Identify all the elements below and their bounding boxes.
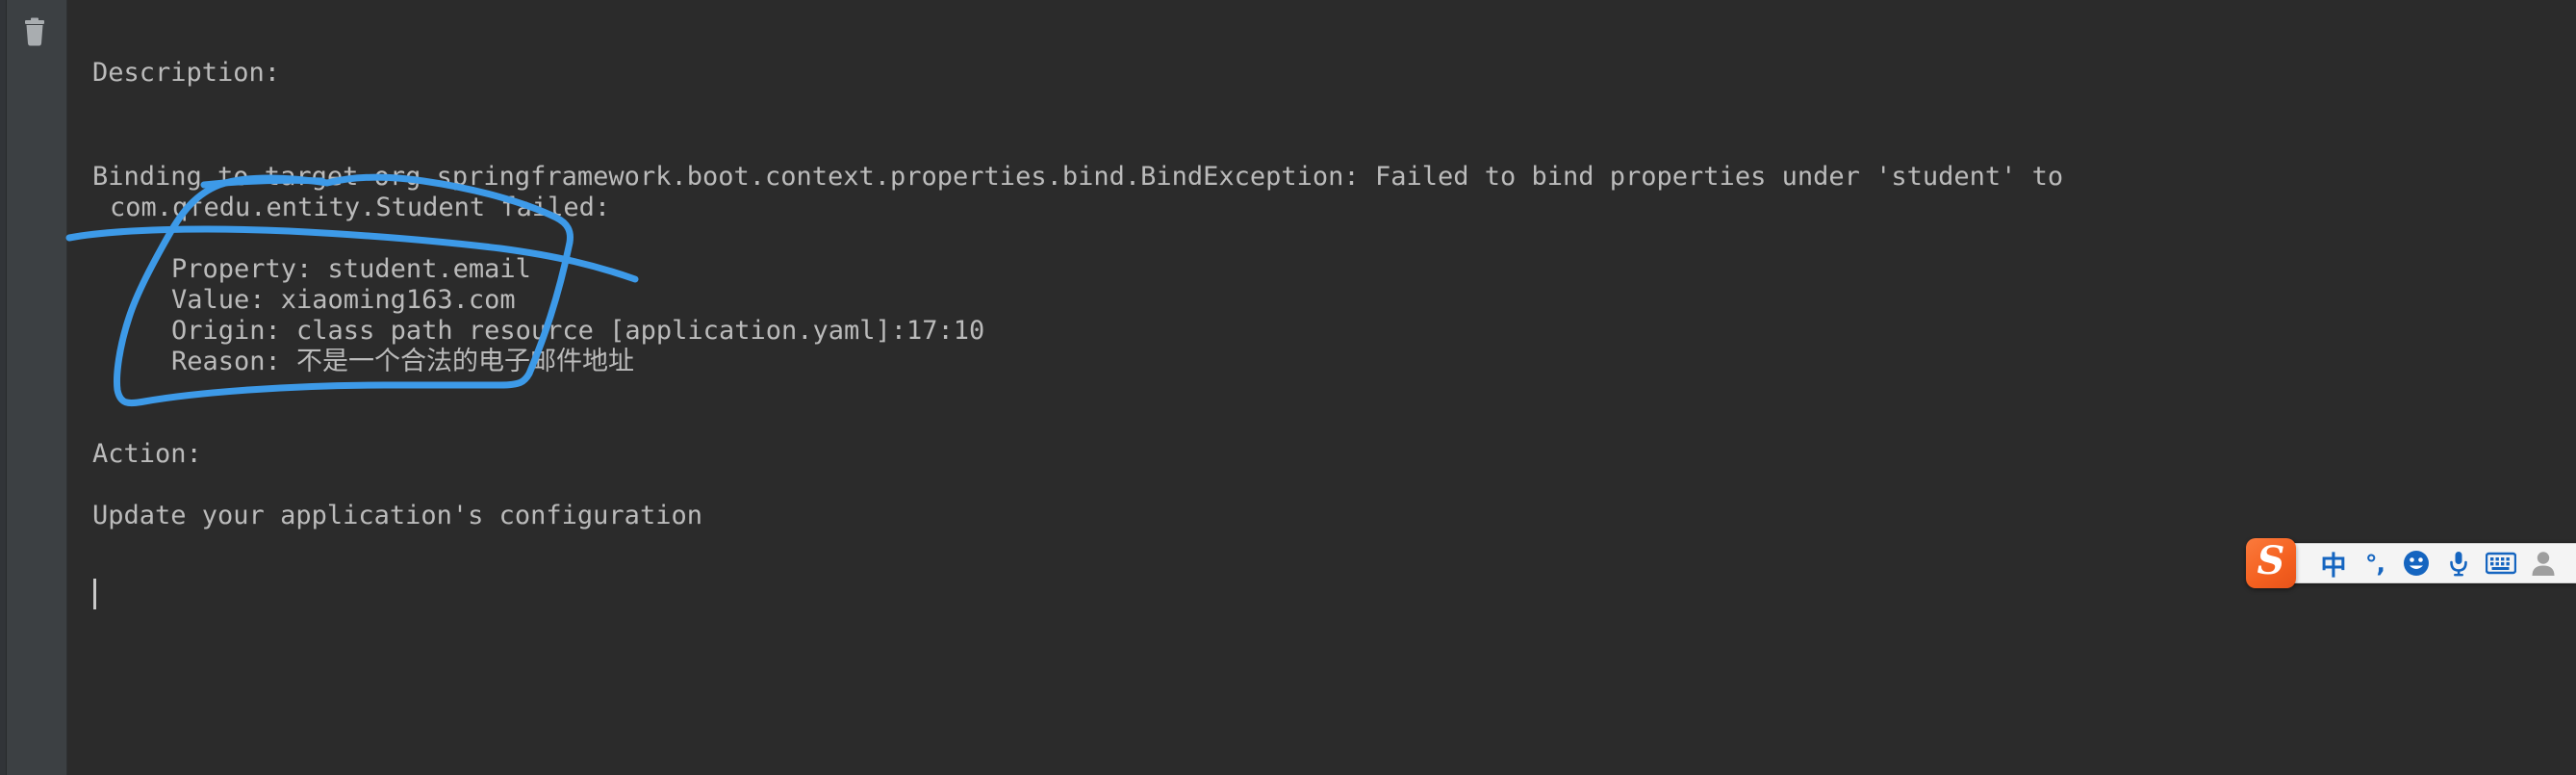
console-line-origin: Origin: class path resource [application… <box>171 316 985 346</box>
sogou-logo-letter: S <box>2257 538 2285 583</box>
console-output-panel[interactable]: Description: Binding to target org.sprin… <box>67 0 2576 775</box>
emoji-icon-glyph <box>2404 551 2429 576</box>
console-line-bind-exception: Binding to target org.springframework.bo… <box>92 162 2064 192</box>
console-line-target-class: com.qfedu.entity.Student failed: <box>110 193 611 222</box>
console-line-action-body: Update your application's configuration <box>92 501 702 530</box>
ime-user-account-icon[interactable] <box>2522 543 2564 583</box>
microphone-icon-glyph <box>2450 552 2467 577</box>
user-avatar-icon-glyph <box>2532 552 2555 576</box>
keyboard-icon-glyph <box>2486 552 2516 575</box>
trash-icon[interactable] <box>19 17 50 50</box>
console-line-action-header: Action: <box>92 439 202 469</box>
sogou-ime-toolbar[interactable]: 中 °, <box>2257 543 2576 583</box>
ime-voice-input-icon[interactable] <box>2437 543 2480 583</box>
sogou-logo[interactable]: S <box>2246 538 2296 588</box>
ime-soft-keyboard-icon[interactable] <box>2480 543 2522 583</box>
ime-emoji-icon[interactable] <box>2395 543 2437 583</box>
console-line-reason: Reason: 不是一个合法的电子邮件地址 <box>171 347 635 376</box>
console-line-property: Property: student.email <box>171 254 531 284</box>
ime-punctuation-toggle[interactable]: °, <box>2355 543 2395 583</box>
console-line-value: Value: xiaoming163.com <box>171 285 516 315</box>
trash-icon-glyph <box>25 17 44 46</box>
console-left-gutter <box>0 0 67 775</box>
text-caret <box>93 579 96 609</box>
gutter-edge-strip <box>0 0 7 775</box>
console-line-description-header: Description: <box>92 58 281 88</box>
ime-language-toggle[interactable]: 中 <box>2312 543 2355 583</box>
